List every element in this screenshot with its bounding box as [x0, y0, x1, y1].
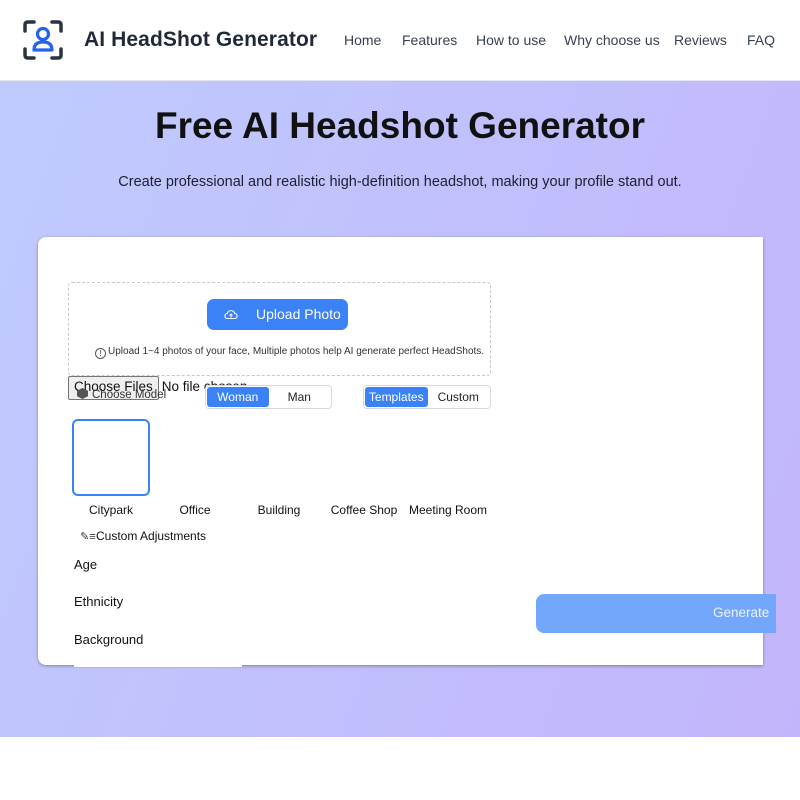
user-scan-icon[interactable]	[22, 19, 64, 61]
hero-section: Free AI Headshot Generator Create profes…	[0, 81, 800, 737]
cloud-upload-icon	[224, 310, 238, 320]
generate-label: Generate	[713, 605, 770, 620]
pen-list-icon: ✎≡	[80, 531, 96, 543]
nav-reviews[interactable]: Reviews	[674, 32, 727, 48]
gender-woman-button[interactable]: Woman	[207, 387, 269, 407]
upload-dropzone[interactable]: Upload Photo ! Upload 1~4 photos of your …	[68, 282, 491, 376]
hero-subtitle: Create professional and realistic high-d…	[118, 174, 682, 190]
template-label-citypark[interactable]: Citypark	[89, 503, 133, 517]
page-title: Free AI Headshot Generator	[154, 105, 646, 146]
mode-toggle: Templates Custom	[363, 385, 491, 409]
dropdown-edge	[74, 665, 242, 667]
custom-adjustments-heading: ✎≡Custom Adjustments	[80, 529, 206, 543]
custom-adjustments-label: Custom Adjustments	[96, 529, 207, 543]
gender-toggle: Woman Man	[205, 385, 332, 409]
nav-features[interactable]: Features	[402, 32, 457, 48]
upload-hint: ! Upload 1~4 photos of your face, Multipl…	[95, 346, 484, 359]
info-icon: !	[95, 348, 106, 359]
cube-icon	[77, 388, 88, 399]
nav-home[interactable]: Home	[344, 32, 381, 48]
template-label-coffee-shop[interactable]: Coffee Shop	[331, 503, 398, 517]
template-label-meeting-room[interactable]: Meeting Room	[409, 503, 487, 517]
ethnicity-label: Ethnicity	[74, 594, 124, 609]
background-label: Background	[74, 632, 144, 647]
nav-how-to-use[interactable]: How to use	[476, 32, 546, 48]
upload-hint-text: Upload 1~4 photos of your face, Multiple…	[108, 346, 485, 357]
upload-photo-label: Upload Photo	[256, 306, 341, 322]
generate-button[interactable]: Generate	[536, 594, 776, 633]
choose-model-label: Choose Model	[77, 388, 166, 401]
mode-custom-button[interactable]: Custom	[428, 387, 490, 407]
template-label-building[interactable]: Building	[258, 503, 301, 517]
generator-card: Upload Photo ! Upload 1~4 photos of your …	[38, 237, 776, 667]
age-label: Age	[74, 557, 98, 572]
template-label-office[interactable]: Office	[179, 503, 210, 517]
nav-why-choose-us[interactable]: Why choose us	[564, 32, 660, 48]
site-header: AI HeadShot Generator Home Features How …	[0, 0, 800, 81]
template-thumbnail-citypark[interactable]	[72, 419, 150, 496]
upload-photo-button[interactable]: Upload Photo	[207, 299, 348, 330]
brand-name[interactable]: AI HeadShot Generator	[84, 28, 317, 52]
nav-faq[interactable]: FAQ	[747, 32, 775, 48]
choose-model-text: Choose Model	[92, 389, 167, 401]
mode-templates-button[interactable]: Templates	[365, 387, 428, 407]
gender-man-button[interactable]: Man	[269, 387, 331, 407]
